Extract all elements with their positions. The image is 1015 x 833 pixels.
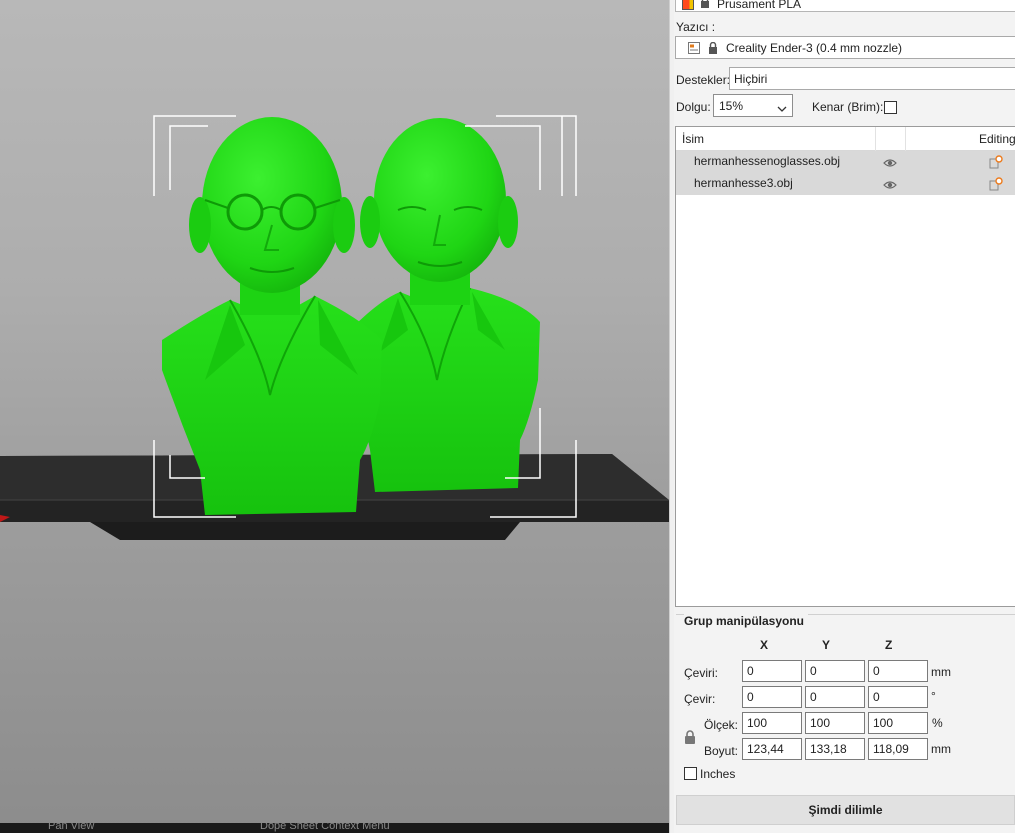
object-name: hermanhesse3.obj (694, 176, 793, 190)
infill-combo[interactable]: 15% (713, 94, 793, 117)
size-y-field[interactable]: 133,18 (805, 738, 865, 760)
rotate-unit: ° (931, 689, 936, 703)
column-divider (905, 127, 906, 151)
filament-name: Prusament PLA (717, 0, 802, 11)
edit-settings-icon[interactable] (989, 177, 1003, 191)
chevron-down-icon (777, 102, 787, 112)
rotate-x-field[interactable]: 0 (742, 686, 802, 708)
bottom-status-bar: Pan View Dope Sheet Context Menu (0, 823, 669, 833)
edit-settings-icon[interactable] (989, 155, 1003, 169)
object-name: hermanhessenoglasses.obj (694, 154, 841, 168)
object-list[interactable]: İsim Editing hermanhessenoglasses.obj he… (675, 126, 1015, 607)
supports-combo[interactable]: Hiçbiri (729, 67, 1015, 90)
rotate-y-field[interactable]: 0 (805, 686, 865, 708)
translate-x-field[interactable]: 0 (742, 660, 802, 682)
column-editing-header[interactable]: Editing (979, 132, 1015, 146)
printer-combo[interactable]: Creality Ender-3 (0.4 mm nozzle) (675, 36, 1015, 59)
settings-panel: Prusament PLA Yazıcı : Creality Ender-3 … (674, 0, 1015, 833)
scale-x-field[interactable]: 100 (742, 712, 802, 734)
list-item[interactable]: hermanhessenoglasses.obj (676, 151, 1015, 173)
infill-label: Dolgu: (676, 100, 711, 114)
scale-unit: % (932, 716, 943, 730)
supports-value: Hiçbiri (734, 71, 768, 86)
translate-y-field[interactable]: 0 (805, 660, 865, 682)
group-manipulation-title: Grup manipülasyonu (684, 614, 809, 628)
size-x-field[interactable]: 123,44 (742, 738, 802, 760)
printer-label: Yazıcı : (676, 20, 716, 34)
lock-icon[interactable] (684, 730, 696, 745)
filament-combo[interactable]: Prusament PLA (675, 0, 1015, 12)
list-item[interactable]: hermanhesse3.obj (676, 173, 1015, 195)
dope-sheet-context-menu-item[interactable]: Dope Sheet Context Menu (260, 823, 390, 832)
pan-view-item[interactable]: Pan View (48, 823, 94, 832)
infill-value: 15% (719, 98, 744, 113)
translate-unit: mm (931, 665, 951, 679)
scale-z-field[interactable]: 100 (868, 712, 928, 734)
eye-icon[interactable] (883, 157, 897, 167)
lock-icon (700, 0, 710, 8)
slice-now-button[interactable]: Şimdi dilimle (676, 795, 1015, 825)
group-manipulation-panel: Grup manipülasyonu X Y Z Çeviri: 0 0 0 m… (676, 614, 1015, 788)
lock-icon (708, 41, 718, 54)
printer-preset-icon (688, 41, 700, 54)
size-z-field[interactable]: 118,09 (868, 738, 928, 760)
printer-name: Creality Ender-3 (0.4 mm nozzle) (726, 40, 903, 55)
column-name-header[interactable]: İsim (682, 132, 704, 146)
scale-y-field[interactable]: 100 (805, 712, 865, 734)
bust-model-right[interactable] (352, 118, 540, 492)
object-list-header: İsim Editing (676, 127, 1015, 151)
brim-label: Kenar (Brim): (812, 100, 884, 114)
axis-x-label: X (760, 638, 769, 652)
inches-label: Inches (700, 767, 736, 781)
supports-label: Destekler: (676, 73, 731, 87)
filament-color-swatch (682, 0, 694, 10)
inches-checkbox[interactable] (684, 767, 697, 780)
translate-z-field[interactable]: 0 (868, 660, 928, 682)
scale-label: Ölçek: (704, 718, 739, 732)
translate-label: Çeviri: (684, 666, 719, 680)
rotate-z-field[interactable]: 0 (868, 686, 928, 708)
scene-canvas[interactable] (0, 0, 669, 833)
column-divider (875, 127, 876, 151)
size-unit: mm (931, 742, 951, 756)
size-label: Boyut: (704, 744, 739, 758)
axis-y-label: Y (822, 638, 831, 652)
bust-model-left[interactable] (162, 117, 382, 515)
rotate-label: Çevir: (684, 692, 716, 706)
brim-checkbox[interactable] (884, 101, 897, 114)
3d-viewport[interactable] (0, 0, 669, 833)
axis-z-label: Z (885, 638, 893, 652)
eye-icon[interactable] (883, 179, 897, 189)
